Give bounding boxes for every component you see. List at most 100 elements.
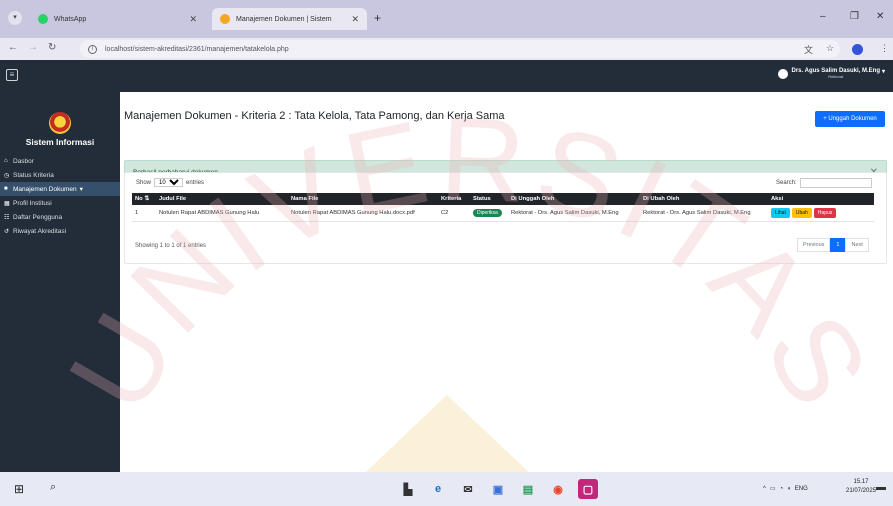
back-icon[interactable]: ← bbox=[8, 42, 18, 53]
sidebar-item-label: Riwayat Akreditasi bbox=[13, 227, 67, 235]
reload-icon[interactable]: ↻ bbox=[48, 42, 56, 53]
col-diubah-oleh[interactable]: Di Ubah Oleh bbox=[640, 193, 768, 205]
view-button[interactable]: Lihat bbox=[771, 207, 790, 218]
cell-kriteria: C2 bbox=[438, 205, 470, 222]
sidebar-item-riwayat-akreditasi[interactable]: ↺ Riwayat Akreditasi bbox=[0, 224, 120, 238]
app-top-navbar bbox=[0, 60, 893, 92]
next-page-button[interactable]: Next bbox=[845, 238, 869, 252]
taskbar-clock[interactable]: 15.17 21/07/2025 bbox=[846, 478, 876, 496]
mail-icon[interactable]: ✉ bbox=[458, 479, 478, 499]
cell-no: 1 bbox=[132, 205, 156, 222]
taskbar-search-icon[interactable]: ⌕ bbox=[50, 481, 56, 494]
delete-button[interactable]: Hapus bbox=[813, 207, 837, 218]
users-icon: ☷ bbox=[4, 214, 10, 221]
translate-icon[interactable]: 文 bbox=[804, 43, 813, 56]
col-nama-file[interactable]: Nama File bbox=[288, 193, 438, 205]
chevron-down-icon: ▾ bbox=[881, 69, 885, 75]
windows-start-icon[interactable]: ⊞ bbox=[14, 482, 24, 496]
folder-icon: ■ bbox=[4, 186, 8, 192]
sidebar-item-label: Status Kriteria bbox=[13, 171, 54, 179]
app-icon[interactable]: ▢ bbox=[578, 479, 598, 499]
battery-icon[interactable]: ▭ bbox=[770, 485, 776, 492]
pagination: Previous 1 Next bbox=[797, 238, 869, 252]
cell-aksi: Lihat Ubah Hapus bbox=[768, 205, 874, 222]
building-icon: ▦ bbox=[4, 200, 10, 207]
clock-icon: ◷ bbox=[4, 172, 10, 179]
table-search: Search: bbox=[776, 178, 872, 188]
university-logo bbox=[49, 112, 71, 134]
col-aksi[interactable]: Aksi bbox=[768, 193, 874, 205]
chevron-up-icon[interactable]: ^ bbox=[763, 486, 766, 492]
site-favicon-icon bbox=[220, 14, 230, 24]
explorer-icon[interactable]: ▣ bbox=[488, 479, 508, 499]
col-no[interactable]: No ⇅ bbox=[132, 193, 156, 205]
tab-manajemen-dokumen[interactable]: Manajemen Dokumen | Sistem ✕ bbox=[212, 8, 367, 30]
documents-table: No ⇅ Judul File Nama File Kriteria Statu… bbox=[132, 193, 874, 222]
table-header-row: No ⇅ Judul File Nama File Kriteria Statu… bbox=[132, 193, 874, 205]
close-tab-icon[interactable]: ✕ bbox=[189, 14, 197, 25]
close-tab-icon[interactable]: ✕ bbox=[351, 14, 359, 25]
wifi-icon[interactable]: ◔ bbox=[780, 486, 784, 492]
cell-diubah-oleh: Rektorat - Drs. Agus Salim Dasuki, M.Eng bbox=[640, 205, 768, 222]
sidebar-item-manajemen-dokumen[interactable]: ■ Manajemen Dokumen ▾ bbox=[0, 182, 120, 196]
close-window-icon[interactable]: ✕ bbox=[876, 11, 884, 22]
sidebar bbox=[0, 92, 120, 472]
chrome-icon[interactable]: ◉ bbox=[548, 479, 568, 499]
forward-icon[interactable]: → bbox=[28, 42, 38, 53]
tab-search-button[interactable]: ▾ bbox=[8, 11, 22, 25]
sidebar-brand: Sistem Informasi bbox=[25, 137, 95, 147]
search-label: Search: bbox=[776, 180, 797, 186]
excel-icon[interactable]: ▤ bbox=[518, 479, 538, 499]
entries-length-control: Show 10 entries bbox=[136, 178, 204, 187]
sidebar-item-daftar-pengguna[interactable]: ☷ Daftar Pengguna bbox=[0, 210, 120, 224]
col-diunggah-oleh[interactable]: Di Unggah Oleh bbox=[508, 193, 640, 205]
page-1-button[interactable]: 1 bbox=[830, 238, 846, 252]
sidebar-menu: ⌂ Dasbor ◷ Status Kriteria ■ Manajemen D… bbox=[0, 154, 120, 238]
sidebar-toggle-button[interactable]: ≡ bbox=[6, 69, 18, 81]
tab-whatsapp[interactable]: WhatsApp ✕ bbox=[30, 8, 205, 30]
home-icon: ⌂ bbox=[4, 158, 8, 164]
url-bar[interactable]: i localhost/sistem-akreditasi/2361/manaj… bbox=[80, 40, 840, 58]
edit-button[interactable]: Ubah bbox=[791, 207, 812, 218]
search-input[interactable] bbox=[799, 178, 872, 188]
site-info-icon[interactable]: i bbox=[88, 44, 97, 54]
cell-judul-file: Notulen Rapat ABDIMAS Gunung Halu bbox=[156, 205, 288, 222]
sidebar-item-dasbor[interactable]: ⌂ Dasbor bbox=[0, 154, 120, 168]
sidebar-item-label: Dasbor bbox=[13, 157, 34, 165]
language-indicator[interactable]: ENG bbox=[795, 486, 808, 492]
tab-label: Manajemen Dokumen | Sistem bbox=[236, 15, 332, 23]
volume-icon[interactable]: ◖ bbox=[787, 486, 791, 492]
upload-document-button[interactable]: + Unggah Dokumen bbox=[815, 111, 885, 127]
browser-menu-icon[interactable]: ⋮ bbox=[880, 43, 889, 54]
col-status[interactable]: Status bbox=[470, 193, 508, 205]
entries-label: entries bbox=[186, 179, 205, 186]
main-content bbox=[120, 92, 893, 472]
chevron-down-icon: ▾ bbox=[79, 186, 83, 193]
page-title: Manajemen Dokumen - Kriteria 2 : Tata Ke… bbox=[124, 110, 505, 122]
sidebar-item-label: Daftar Pengguna bbox=[13, 213, 63, 221]
col-kriteria[interactable]: Kriteria bbox=[438, 193, 470, 205]
sidebar-item-label: Profil Institusi bbox=[13, 199, 52, 207]
profile-avatar[interactable] bbox=[852, 44, 863, 55]
sidebar-item-label: Manajemen Dokumen bbox=[13, 185, 77, 193]
cell-status: Diperiksa bbox=[470, 205, 508, 222]
sidebar-item-status-kriteria[interactable]: ◷ Status Kriteria bbox=[0, 168, 120, 182]
show-label: Show bbox=[136, 179, 152, 186]
notification-icon[interactable]: ▬ bbox=[876, 482, 886, 493]
col-judul-file[interactable]: Judul File bbox=[156, 193, 288, 205]
system-tray: ^ ▭ ◔ ◖ ENG bbox=[763, 485, 808, 493]
store-icon[interactable]: ▙ bbox=[398, 479, 418, 499]
entries-select[interactable]: 10 bbox=[154, 178, 184, 187]
cell-nama-file: Notulen Rapat ABDIMAS Gunung Halu.docx.p… bbox=[288, 205, 438, 222]
edge-icon[interactable]: e bbox=[428, 479, 448, 499]
status-badge: Diperiksa bbox=[473, 208, 502, 217]
cell-diunggah-oleh: Rektorat - Drs. Agus Salim Dasuki, M.Eng bbox=[508, 205, 640, 222]
minimize-icon[interactable]: – bbox=[820, 11, 826, 22]
user-menu[interactable]: Drs. Agus Salim Dasuki, M.Eng Rektorat ▾ bbox=[777, 68, 885, 79]
maximize-icon[interactable]: ❐ bbox=[850, 11, 859, 22]
previous-page-button[interactable]: Previous bbox=[797, 238, 831, 252]
user-role: Rektorat bbox=[828, 74, 844, 79]
new-tab-button[interactable]: + bbox=[374, 11, 381, 25]
sidebar-item-profil-institusi[interactable]: ▦ Profil Institusi bbox=[0, 196, 120, 210]
bookmark-star-icon[interactable]: ☆ bbox=[826, 43, 834, 54]
